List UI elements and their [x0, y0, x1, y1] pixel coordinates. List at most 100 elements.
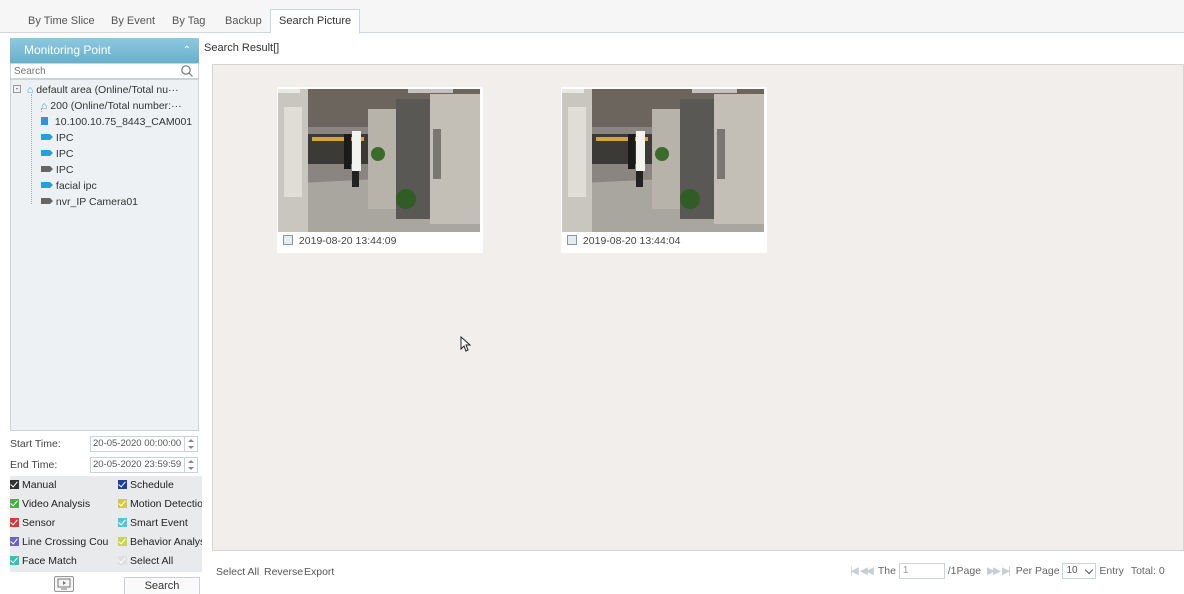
- checkbox[interactable]: [10, 555, 19, 565]
- filter-label: Sensor: [22, 517, 56, 529]
- checkbox[interactable]: [10, 517, 19, 527]
- start-time-label: Start Time:: [10, 438, 61, 450]
- end-time-stepper[interactable]: [184, 458, 197, 472]
- last-page-icon[interactable]: ▶|: [1002, 565, 1011, 577]
- filter-label: Select All: [130, 555, 174, 567]
- checkbox[interactable]: [118, 517, 127, 527]
- filter-behavior-analysis[interactable]: Behavior Analysis: [118, 533, 202, 552]
- filter-select-all[interactable]: Select All: [118, 552, 202, 571]
- start-time-stepper[interactable]: [184, 437, 197, 451]
- select-checkbox[interactable]: [567, 235, 577, 246]
- end-time-field[interactable]: 20-05-2020 23:59:59: [90, 457, 198, 473]
- main-panel: Search Result[] 2019-08-20 13:44:09 2019…: [202, 36, 1184, 594]
- search-result-title: Search Result[]: [204, 42, 280, 54]
- playback-button[interactable]: [54, 576, 74, 592]
- end-time-label: End Time:: [10, 459, 58, 471]
- select-checkbox[interactable]: [283, 235, 293, 246]
- filter-line-crossing[interactable]: Line Crossing Cou: [10, 533, 118, 552]
- pagination: |◀ ◀◀ The 1 /1Page ▶▶ ▶| Per Page 10 Ent…: [850, 562, 1165, 580]
- filter-video-analysis[interactable]: Video Analysis: [10, 495, 118, 514]
- total-label: Total: 0: [1130, 565, 1165, 577]
- snapshot-thumbnail[interactable]: [278, 89, 480, 232]
- search-button[interactable]: Search: [124, 577, 200, 594]
- filter-smart-event[interactable]: Smart Event: [118, 514, 202, 533]
- tab-backup[interactable]: Backup: [217, 10, 270, 33]
- end-time-row: End Time:: [10, 457, 57, 473]
- filter-label: Video Analysis: [22, 498, 91, 510]
- filter-sensor[interactable]: Sensor: [10, 514, 118, 533]
- monitoring-point-title: Monitoring Point: [24, 43, 111, 57]
- camera-icon: [41, 198, 53, 205]
- device-tree: - ⌂ default area (Online/Total nu··· ⌂ 2…: [10, 79, 199, 431]
- export-link[interactable]: Export: [304, 566, 334, 578]
- first-page-icon[interactable]: |◀: [850, 565, 859, 577]
- filter-manual[interactable]: Manual: [10, 476, 118, 495]
- home-icon: ⌂: [26, 84, 34, 96]
- tab-by-time-slice[interactable]: By Time Slice: [20, 10, 103, 33]
- sidebar: Monitoring Point ⌃ - ⌂ default area (Onl…: [8, 36, 202, 594]
- filter-face-match[interactable]: Face Match: [10, 552, 118, 571]
- sidebar-actions: Search: [10, 574, 202, 594]
- tab-by-tag[interactable]: By Tag: [164, 10, 213, 33]
- tree-item-default-area[interactable]: - ⌂ default area (Online/Total nu···: [13, 83, 179, 98]
- checkbox[interactable]: [118, 479, 127, 489]
- prev-page-icon[interactable]: ◀◀: [860, 565, 874, 577]
- result-timestamp[interactable]: 2019-08-20 13:44:04: [567, 235, 680, 247]
- checkbox[interactable]: [10, 498, 19, 508]
- snapshot-thumbnail[interactable]: [562, 89, 764, 232]
- search-input[interactable]: [11, 64, 171, 78]
- filter-label: Line Crossing Cou: [22, 536, 109, 548]
- tree-item-200[interactable]: ⌂ 200 (Online/Total number:···: [41, 99, 182, 114]
- select-all-link[interactable]: Select All: [216, 566, 259, 578]
- filter-schedule[interactable]: Schedule: [118, 476, 202, 495]
- checkbox[interactable]: [10, 536, 19, 546]
- tree-item-label: default area (Online/Total nu···: [36, 84, 179, 96]
- camera-icon: [41, 150, 53, 157]
- tree-item-ipc[interactable]: IPC: [41, 163, 73, 178]
- next-page-icon[interactable]: ▶▶: [987, 565, 1001, 577]
- result-card[interactable]: 2019-08-20 13:44:04: [561, 87, 767, 253]
- tree-item-nvr-ip-camera[interactable]: nvr_IP Camera01: [41, 195, 138, 210]
- search-icon[interactable]: [180, 64, 194, 78]
- collapse-chevron-icon[interactable]: ⌃: [183, 38, 191, 63]
- tab-by-event[interactable]: By Event: [103, 10, 163, 33]
- the-label: The: [877, 565, 896, 577]
- checkbox[interactable]: [118, 498, 127, 508]
- checkbox[interactable]: [118, 536, 127, 546]
- tree-item-label: IPC: [55, 164, 74, 176]
- monitoring-point-header[interactable]: Monitoring Point ⌃: [10, 38, 199, 63]
- mouse-cursor-icon: [460, 336, 472, 352]
- checkbox[interactable]: [118, 555, 127, 565]
- result-footer: Select All Reverse Export |◀ ◀◀ The 1 /1…: [202, 556, 1184, 586]
- tree-item-ipc[interactable]: IPC: [41, 147, 73, 162]
- tree-item-nvr[interactable]: 10.100.10.75_8443_CAM001: [41, 115, 192, 130]
- collapse-icon[interactable]: -: [13, 85, 21, 94]
- tab-search-picture[interactable]: Search Picture: [270, 9, 361, 34]
- filter-label: Manual: [22, 479, 57, 491]
- checkbox[interactable]: [10, 479, 19, 489]
- result-card[interactable]: 2019-08-20 13:44:09: [277, 87, 483, 253]
- reverse-link[interactable]: Reverse: [264, 566, 303, 578]
- filter-label: Motion Detection: [130, 498, 202, 510]
- nvr-icon: [41, 117, 48, 126]
- filter-label: Face Match: [22, 555, 77, 567]
- camera-icon: [41, 166, 53, 173]
- per-page-value: 10: [1066, 565, 1078, 577]
- tree-item-ipc[interactable]: IPC: [41, 131, 73, 146]
- result-timestamp[interactable]: 2019-08-20 13:44:09: [283, 235, 396, 247]
- timestamp-text: 2019-08-20 13:44:09: [298, 235, 397, 247]
- tree-item-label: nvr_IP Camera01: [55, 196, 139, 208]
- per-page-select[interactable]: 10: [1062, 563, 1097, 580]
- tree-item-facial-ipc[interactable]: facial ipc: [41, 179, 97, 194]
- result-area: 2019-08-20 13:44:09 2019-08-20 13:44:04: [212, 64, 1184, 551]
- start-time-value: 20-05-2020 00:00:00: [93, 438, 182, 449]
- chevron-down-icon: [1085, 565, 1094, 575]
- start-time-field[interactable]: 20-05-2020 00:00:00: [90, 436, 198, 452]
- tab-bar: By Time Slice By Event By Tag Backup Sea…: [0, 0, 1184, 34]
- filter-label: Schedule: [130, 479, 174, 491]
- filter-motion-detection[interactable]: Motion Detection: [118, 495, 202, 514]
- page-number-input[interactable]: 1: [898, 563, 945, 580]
- tree-item-label: 10.100.10.75_8443_CAM001: [54, 116, 193, 128]
- tree-item-label: IPC: [55, 148, 74, 160]
- page-suffix: /1Page: [947, 565, 982, 577]
